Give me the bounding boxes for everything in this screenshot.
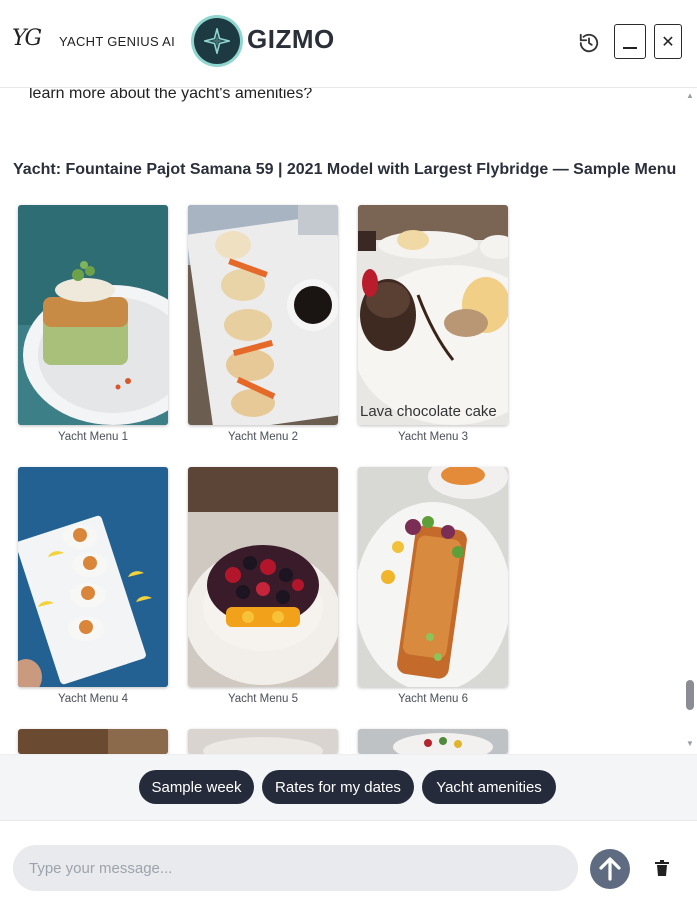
arrow-up-icon [599, 857, 621, 881]
suggestion-chip-amenities[interactable]: Yacht amenities [422, 770, 556, 804]
scrollbar-thumb[interactable] [686, 680, 694, 710]
chat-scroll-area[interactable]: learn more about the yacht's amenities? … [0, 88, 697, 754]
gallery-item[interactable]: Yacht Menu 4 [18, 467, 168, 705]
menu-photo[interactable]: Lava chocolate cake [358, 205, 508, 425]
suggestion-chip-rates[interactable]: Rates for my dates [262, 770, 414, 804]
trash-icon [655, 860, 669, 876]
menu-heading: Yacht: Fountaine Pajot Samana 59 | 2021 … [13, 161, 677, 178]
gallery-item[interactable] [188, 729, 338, 754]
close-button[interactable]: ✕ [654, 24, 682, 59]
suggestion-chip-sample-week[interactable]: Sample week [139, 770, 254, 804]
sparkle-icon [194, 18, 240, 64]
gallery-item[interactable]: Yacht Menu 2 [188, 205, 338, 443]
scroll-up-arrow[interactable]: ▲ [685, 91, 695, 101]
history-button[interactable] [574, 28, 604, 58]
minimize-button[interactable] [614, 24, 646, 59]
close-icon: ✕ [661, 33, 675, 51]
gallery-item[interactable]: Yacht Menu 6 [358, 467, 508, 705]
suggestion-bar: Sample week Rates for my dates Yacht ame… [0, 754, 697, 820]
brand-logo-mark: YG [12, 26, 42, 51]
gallery-item[interactable] [18, 729, 168, 754]
send-button[interactable] [590, 849, 630, 889]
menu-photo[interactable] [18, 467, 168, 687]
gallery-caption: Yacht Menu 1 [57, 431, 129, 443]
app-title: GIZMO [247, 24, 335, 54]
history-icon [579, 33, 599, 53]
message-input[interactable] [13, 845, 578, 891]
gallery-caption: Yacht Menu 2 [227, 431, 299, 443]
photo-overlay-text: Lava chocolate cake [360, 403, 497, 420]
menu-photo[interactable] [188, 729, 338, 754]
menu-photo[interactable] [358, 729, 508, 754]
minimize-icon [623, 46, 637, 49]
menu-photo[interactable] [188, 205, 338, 425]
scroll-down-arrow[interactable]: ▼ [685, 739, 695, 749]
composer [0, 820, 697, 912]
gallery-caption: Yacht Menu 5 [227, 693, 299, 705]
gallery-item[interactable]: Yacht Menu 1 [18, 205, 168, 443]
gallery-item[interactable] [358, 729, 508, 754]
menu-photo[interactable] [18, 205, 168, 425]
app-header: YG YACHT GENIUS AI GIZMO ✕ [0, 0, 697, 88]
menu-photo[interactable] [18, 729, 168, 754]
menu-photo[interactable] [358, 467, 508, 687]
gallery-item[interactable]: Lava chocolate cake Yacht Menu 3 [358, 205, 508, 443]
assistant-message-text: learn more about the yacht's amenities? [29, 88, 313, 102]
brand-name: YACHT GENIUS AI [59, 34, 175, 49]
clear-chat-button[interactable] [652, 857, 672, 879]
gallery-caption: Yacht Menu 6 [397, 693, 469, 705]
menu-photo[interactable] [188, 467, 338, 687]
gallery-caption: Yacht Menu 3 [397, 431, 469, 443]
gallery-item[interactable]: Yacht Menu 5 [188, 467, 338, 705]
gallery-caption: Yacht Menu 4 [57, 693, 129, 705]
